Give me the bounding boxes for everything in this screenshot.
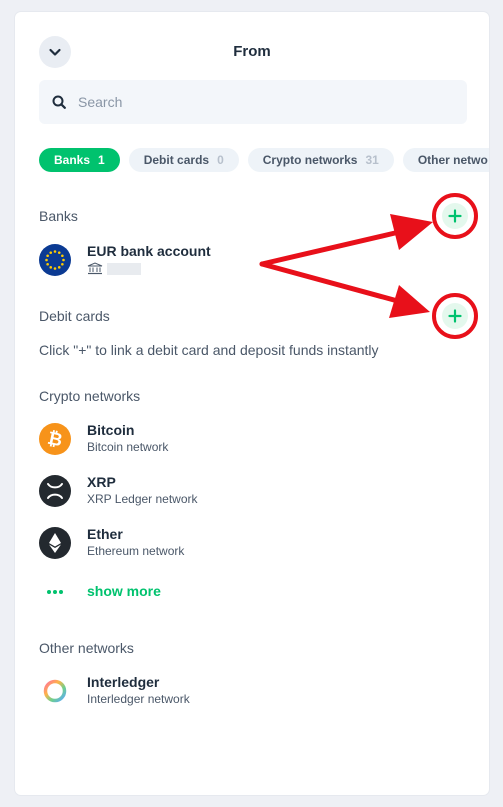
network-name: Ether	[87, 526, 123, 542]
panel-title: From	[233, 43, 271, 60]
section-title-debit-cards: Debit cards	[39, 308, 110, 324]
chip-crypto-networks[interactable]: Crypto networks 31	[247, 148, 394, 172]
show-more-button[interactable]: show more	[39, 582, 161, 600]
list-item-ether[interactable]: Ether Ethereum network	[39, 525, 184, 560]
bank-account-details	[87, 260, 211, 277]
ether-icon	[39, 526, 71, 559]
search-field[interactable]	[39, 80, 467, 124]
list-item-xrp[interactable]: XRP XRP Ledger network	[39, 473, 198, 508]
masked-account-number	[107, 262, 141, 275]
interledger-icon	[39, 675, 71, 707]
xrp-icon	[39, 474, 71, 507]
section-title-crypto-networks: Crypto networks	[39, 388, 141, 404]
chip-debit-cards[interactable]: Debit cards 0	[128, 148, 239, 172]
network-name: Interledger	[87, 674, 160, 690]
section-title-banks: Banks	[39, 208, 78, 224]
add-debit-card-button[interactable]	[442, 303, 468, 329]
filter-chips: Banks 1 Debit cards 0 Crypto networks 31…	[39, 148, 489, 172]
more-dots-icon	[39, 582, 71, 600]
show-more-label: show more	[87, 583, 161, 599]
network-name: Bitcoin	[87, 422, 135, 438]
network-subtitle: Interledger network	[87, 692, 190, 706]
deposit-source-panel: From Banks 1 Debit cards 0 Crypto networ…	[15, 12, 489, 795]
bank-icon	[87, 262, 103, 275]
chip-other-networks[interactable]: Other netwo	[402, 148, 489, 172]
plus-icon	[448, 209, 462, 223]
chip-count: 31	[365, 153, 379, 167]
list-item-interledger[interactable]: Interledger Interledger network	[39, 673, 190, 708]
search-input[interactable]	[76, 93, 420, 111]
chip-label: Other netwo	[417, 153, 488, 167]
eu-flag-icon	[39, 243, 71, 276]
section-title-other-networks: Other networks	[39, 640, 134, 656]
list-item-eur-bank[interactable]: EUR bank account	[39, 242, 211, 277]
plus-icon	[448, 309, 462, 323]
chip-count: 1	[98, 153, 105, 167]
chip-label: Crypto networks	[262, 153, 358, 167]
chip-count: 0	[217, 153, 224, 167]
search-icon	[52, 95, 66, 109]
list-item-bitcoin[interactable]: ₿ Bitcoin Bitcoin network	[39, 421, 168, 456]
network-subtitle: XRP Ledger network	[87, 492, 198, 506]
bank-account-name: EUR bank account	[87, 243, 211, 259]
chip-banks[interactable]: Banks 1	[39, 148, 120, 172]
chip-label: Debit cards	[143, 153, 210, 167]
chip-label: Banks	[54, 153, 91, 167]
debit-card-hint: Click "+" to link a debit card and depos…	[39, 342, 379, 358]
network-name: XRP	[87, 474, 116, 490]
svg-text:₿: ₿	[46, 427, 65, 450]
network-subtitle: Bitcoin network	[87, 440, 169, 454]
bitcoin-icon: ₿	[39, 422, 71, 455]
network-subtitle: Ethereum network	[87, 544, 185, 558]
add-bank-button[interactable]	[442, 203, 468, 229]
